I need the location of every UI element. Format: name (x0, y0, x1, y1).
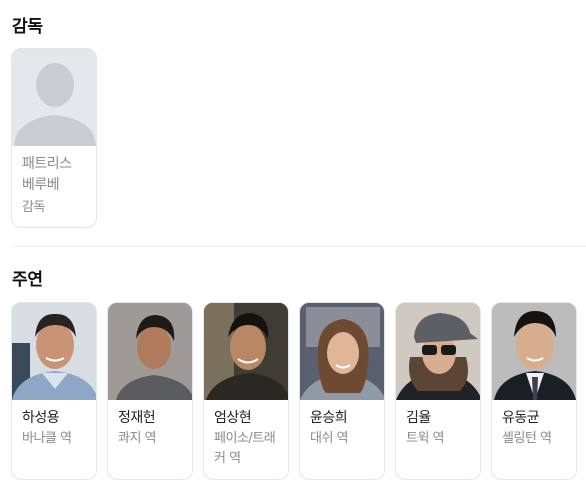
cast-card-4[interactable]: 윤승희 대쉬 역 (299, 302, 385, 480)
cast-name-5: 김율 (406, 410, 431, 426)
cast-name-2: 정재헌 (118, 410, 156, 426)
cast-photo-4 (300, 303, 384, 400)
cast-card-2[interactable]: 정재헌 콰지 역 (107, 302, 193, 480)
cast-card-6[interactable]: 유동균 셸링턴 역 (491, 302, 577, 480)
director-name: 패트리스 베루베 (22, 156, 72, 193)
cast-card-5[interactable]: 김율 트윅 역 (395, 302, 481, 480)
cast-role-2: 콰지 역 (118, 431, 157, 446)
cast-photo-3 (204, 303, 288, 400)
cast-role-5: 트윅 역 (406, 431, 445, 446)
cast-role-3: 페이소/트래커 역 (214, 431, 276, 466)
cast-name-1: 하성용 (22, 410, 60, 426)
cast-photo-6 (492, 303, 576, 400)
director-card[interactable]: 패트리스 베루베 감독 (11, 48, 97, 228)
director-role: 감독 (22, 200, 45, 215)
cast-role-1: 바나클 역 (22, 431, 72, 446)
director-section-title: 감독 (12, 17, 43, 37)
cast-role-4: 대쉬 역 (310, 431, 349, 446)
cast-name-3: 엄상현 (214, 410, 252, 426)
cast-name-6: 유동균 (502, 410, 540, 426)
cast-photo-2 (108, 303, 192, 400)
cast-name-4: 윤승희 (310, 410, 348, 426)
cast-photo-1 (12, 303, 96, 400)
cast-section-title: 주연 (12, 270, 43, 290)
avatar-placeholder (12, 49, 96, 146)
cast-role-6: 셸링턴 역 (502, 431, 552, 446)
section-divider (12, 246, 586, 247)
person-silhouette-icon (14, 63, 96, 146)
cast-card-3[interactable]: 엄상현 페이소/트래커 역 (203, 302, 289, 480)
cast-card-1[interactable]: 하성용 바나클 역 (11, 302, 97, 480)
cast-photo-5 (396, 303, 480, 400)
